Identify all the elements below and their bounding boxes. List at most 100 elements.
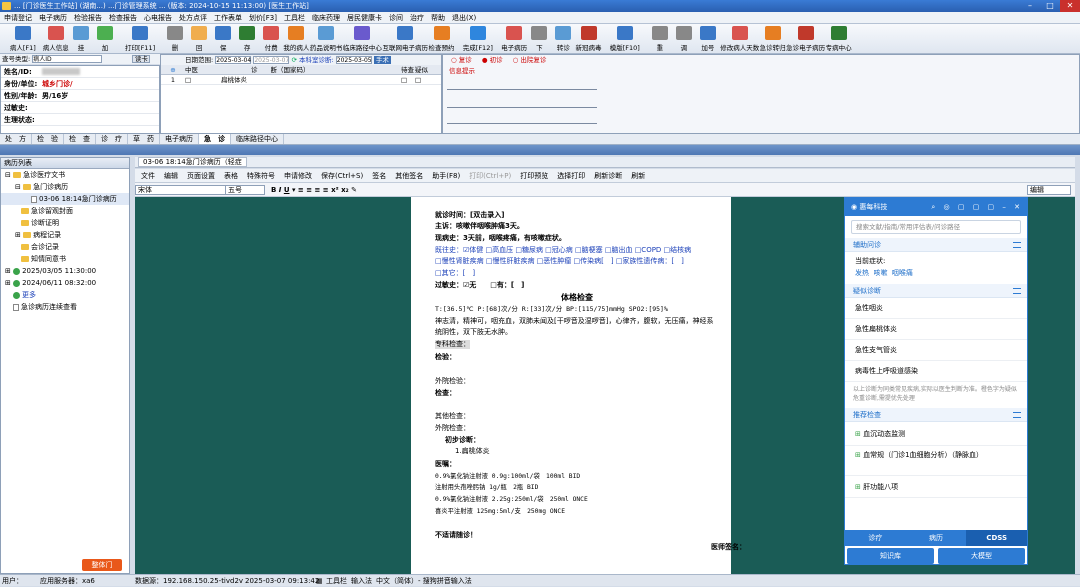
other-exam[interactable]: 其他检查： <box>435 412 470 421</box>
doc-tool-button[interactable]: 刷新 <box>631 169 645 182</box>
exam-text-2[interactable]: 统阴性，双下肢无水肿。 <box>435 328 512 337</box>
special-exam[interactable]: 专科检查： <box>435 340 470 349</box>
toolbar-button[interactable]: 加 <box>93 24 117 53</box>
search-input[interactable]: 病人ID <box>32 55 103 63</box>
toolbar-button[interactable]: 我的病人 <box>283 24 309 53</box>
doc-tool-button[interactable]: 选择打印 <box>557 169 585 182</box>
status-input[interactable]: 输入法 <box>351 575 372 587</box>
doc-tool-button[interactable]: 表格 <box>224 169 238 182</box>
toolbar-button[interactable]: 病人信息 <box>43 24 69 53</box>
tree-item-selected[interactable]: 03-06 18:14急门诊病历 <box>1 193 129 205</box>
toolbar-button[interactable]: 电子病历 <box>501 24 527 53</box>
suspect-item[interactable]: 病毒性上呼吸道感染 <box>845 361 1027 382</box>
menu-item[interactable]: 工具栏 <box>284 12 305 23</box>
toolbar-button[interactable]: 急诊转归 <box>759 24 786 53</box>
chief-complaint[interactable]: 主诉：咳嗽伴咽喉肿痛3天。 <box>435 222 524 231</box>
exam-item[interactable]: ⊞ 血沉动态监测 <box>845 422 1027 446</box>
module-tab[interactable]: 草 药 <box>128 134 160 144</box>
module-tab[interactable]: 电子病历 <box>160 134 199 144</box>
order-2[interactable]: 注射用头孢唑肟钠 1g/瓶 2瓶 BID <box>435 483 538 492</box>
list-icon[interactable] <box>1013 412 1021 418</box>
toolbar-button[interactable]: 下 <box>527 24 551 53</box>
module-tab[interactable]: 处 方 <box>0 134 32 144</box>
menu-item[interactable]: 诊间 <box>389 12 403 23</box>
doc-tool-button[interactable]: 打印预览 <box>520 169 548 182</box>
toolbar-button[interactable]: 转诊 <box>551 24 575 53</box>
diagnosis-label[interactable]: 初步诊断： <box>445 436 480 445</box>
doctor-signature[interactable]: 医师签名： <box>711 543 746 552</box>
toolbar-button[interactable]: 修改病人天数 <box>720 24 760 53</box>
tree-item[interactable]: 诊断证明 <box>1 217 129 229</box>
font-size-select[interactable]: 五号 <box>225 185 265 195</box>
toolbar-button[interactable]: 付费 <box>259 24 283 53</box>
orders-label[interactable]: 医嘱： <box>435 460 456 469</box>
row-suspected-checkbox[interactable]: □ <box>415 75 429 84</box>
dept-date-input[interactable]: 2025-03-05 <box>335 56 372 64</box>
order-3[interactable]: 0.9%氯化钠注射液 2.25g:250ml/袋 250ml ONCE <box>435 495 588 504</box>
doc-tool-button[interactable]: 文件 <box>141 169 155 182</box>
refresh-icon[interactable]: ⟳ <box>291 56 296 64</box>
module-tab[interactable]: 检 验 <box>32 134 64 144</box>
tree-item[interactable]: 知情同意书 <box>1 253 129 265</box>
status-toolbar[interactable]: 工具栏 <box>326 575 347 587</box>
menu-item[interactable]: 处方点评 <box>179 12 207 23</box>
followup-note[interactable]: 不适请随诊！ <box>435 531 477 540</box>
exam-item[interactable]: ⊞ 肝功能八项 <box>845 476 1027 498</box>
doc-tool-button[interactable]: 其他签名 <box>395 169 423 182</box>
menu-item[interactable]: 申请登记 <box>4 12 32 23</box>
doc-tool-button[interactable]: 申请修改 <box>284 169 312 182</box>
lab-label[interactable]: 检验： <box>435 353 456 362</box>
outside-lab[interactable]: 外院检验： <box>435 377 470 386</box>
symptom-tag[interactable]: 发热 <box>855 269 869 277</box>
close-button[interactable]: ✕ <box>1060 0 1080 12</box>
toolbar-button[interactable]: 临床路径中心 <box>343 24 383 53</box>
doc-tool-button[interactable]: 打印(Ctrl+P) <box>469 169 511 182</box>
toolbar-icon[interactable]: ▦ <box>316 575 323 587</box>
list-icon[interactable] <box>1013 288 1021 294</box>
menu-item[interactable]: 工作表单 <box>214 12 242 23</box>
menu-item[interactable]: 检验报告 <box>74 12 102 23</box>
toolbar-button[interactable]: 专病中心 <box>825 24 852 53</box>
order-1[interactable]: 0.9%氯化钠注射液 0.9g:100ml/袋 100ml BID <box>435 472 580 481</box>
cdss-header-icons[interactable]: ⌕ ◎ ▢ ▢ ▢ – ✕ <box>931 198 1023 216</box>
tree-item[interactable]: ⊞ 病程记录 <box>1 229 129 241</box>
toolbar-button[interactable]: 模版[F10] <box>602 24 648 53</box>
list-icon[interactable] <box>1013 242 1021 248</box>
visit-time[interactable]: 就诊时间：[双击录入] <box>435 211 504 220</box>
overall-button[interactable]: 整体门 <box>82 559 122 571</box>
present-history[interactable]: 现病史：3天前，咽喉疼痛，有咳嗽症状。 <box>435 234 566 243</box>
cdss-search-input[interactable]: 搜索文献/指南/常用评估表/问诊路径 <box>851 220 1021 234</box>
tree-item[interactable]: 急诊留观封面 <box>1 205 129 217</box>
doc-tool-button[interactable]: 编辑 <box>164 169 178 182</box>
cdss-tab-record[interactable]: 病历 <box>906 530 967 546</box>
doc-tool-button[interactable]: 签名 <box>372 169 386 182</box>
toolbar-button[interactable]: 药品说明书 <box>310 24 343 53</box>
menu-item[interactable]: 临床药理 <box>312 12 340 23</box>
module-tab[interactable]: 诊 疗 <box>96 134 128 144</box>
menu-item[interactable]: 电子病历 <box>39 12 67 23</box>
row-pending-checkbox[interactable]: □ <box>401 75 415 84</box>
surgery-button[interactable]: 手术 <box>373 56 391 64</box>
tree-item[interactable]: 急诊病历连续查看 <box>1 301 129 313</box>
past-history-3[interactable]: □其它：[ ] <box>435 269 475 278</box>
large-model-button[interactable]: 大模型 <box>938 548 1025 564</box>
toolbar-button[interactable]: 调 <box>672 24 696 53</box>
allergy-history[interactable]: 过敏史：☑无 □有：[ ] <box>435 281 524 290</box>
date-to-input[interactable]: 2025-03-07 <box>253 56 290 64</box>
toolbar-button[interactable]: 病人[F1] <box>3 24 43 53</box>
toolbar-button[interactable]: 互联网电子病历 <box>382 24 428 53</box>
suspect-item[interactable]: 急性支气管炎 <box>845 340 1027 361</box>
tree-item[interactable]: ⊟ 急诊医疗文书 <box>1 169 129 181</box>
toolbar-button[interactable]: 存 <box>235 24 259 53</box>
suspect-item[interactable]: 急性扁桃体炎 <box>845 319 1027 340</box>
edit-mode-select[interactable]: 编辑 <box>1027 185 1071 195</box>
menu-item[interactable]: 治疗 <box>410 12 424 23</box>
doc-tool-button[interactable]: 刷新诊断 <box>594 169 622 182</box>
document-page[interactable]: 就诊时间：[双击录入] 主诉：咳嗽伴咽喉肿痛3天。 现病史：3天前，咽喉疼痛，有… <box>411 197 746 574</box>
document-tab[interactable]: 03-06 18:14急门诊病历（轻症 <box>138 157 247 167</box>
tree-item[interactable]: ⊟ 急门诊病历 <box>1 181 129 193</box>
knowledge-base-button[interactable]: 知识库 <box>847 548 934 564</box>
suspect-item[interactable]: 急性咽炎 <box>845 298 1027 319</box>
exam-item[interactable]: ⊞ 血常规（门诊1血细胞分析）（静脉血） <box>845 446 1027 476</box>
symptom-tag[interactable]: 咳嗽 <box>873 269 887 277</box>
